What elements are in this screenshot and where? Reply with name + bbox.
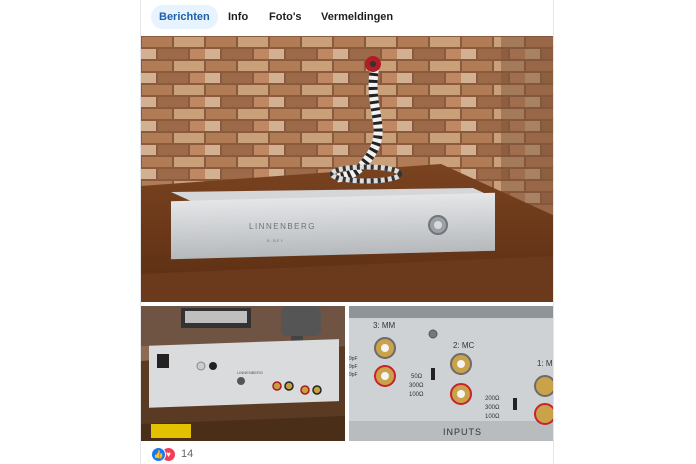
main-brand-label: LINNENBERG xyxy=(249,222,316,231)
tab-berichten[interactable]: Berichten xyxy=(151,5,218,29)
closeup-imp-b-1: 300Ω xyxy=(485,405,500,411)
tab-fotos[interactable]: Foto's xyxy=(261,5,310,29)
photo-main-image: LINNENBERG B-BEY xyxy=(141,36,553,302)
photo-closeup[interactable]: 3: MM 2: MC 1: M 50Ω 300Ω 100Ω 200Ω 300Ω… xyxy=(349,306,553,441)
closeup-input-label-m: 1: M xyxy=(537,359,553,368)
closeup-inputs-title: INPUTS xyxy=(443,427,482,437)
closeup-imp-b-2: 100Ω xyxy=(485,414,500,420)
closeup-imp-a-0: 50Ω xyxy=(411,374,423,380)
rear-brand-label: LINNENBERG xyxy=(237,370,263,375)
closeup-input-label-mm: 3: MM xyxy=(373,321,396,330)
closeup-input-label-mc: 2: MC xyxy=(453,341,475,350)
closeup-side-0: 9pF xyxy=(349,356,358,362)
closeup-side-1: 9pF xyxy=(349,364,358,370)
photo-main[interactable]: LINNENBERG B-BEY xyxy=(141,36,553,302)
tab-info[interactable]: Info xyxy=(220,5,256,29)
closeup-imp-b-0: 200Ω xyxy=(485,396,500,402)
photo-rear-image: LINNENBERG xyxy=(141,306,345,441)
closeup-imp-a-2: 100Ω xyxy=(409,392,424,398)
reaction-count[interactable]: 14 xyxy=(181,448,193,460)
closeup-side-2: 9pF xyxy=(349,372,358,378)
photo-rear[interactable]: LINNENBERG xyxy=(141,306,345,441)
like-icon: 👍 xyxy=(151,447,166,462)
closeup-imp-a-1: 300Ω xyxy=(409,383,424,389)
main-model-label: B-BEY xyxy=(267,238,284,243)
photo-closeup-image: 3: MM 2: MC 1: M 50Ω 300Ω 100Ω 200Ω 300Ω… xyxy=(349,306,553,441)
profile-tabs: Berichten Info Foto's Vermeldingen xyxy=(141,0,553,34)
post-card: Berichten Info Foto's Vermeldingen LINNE… xyxy=(140,0,554,464)
tab-vermeldingen[interactable]: Vermeldingen xyxy=(313,5,401,29)
